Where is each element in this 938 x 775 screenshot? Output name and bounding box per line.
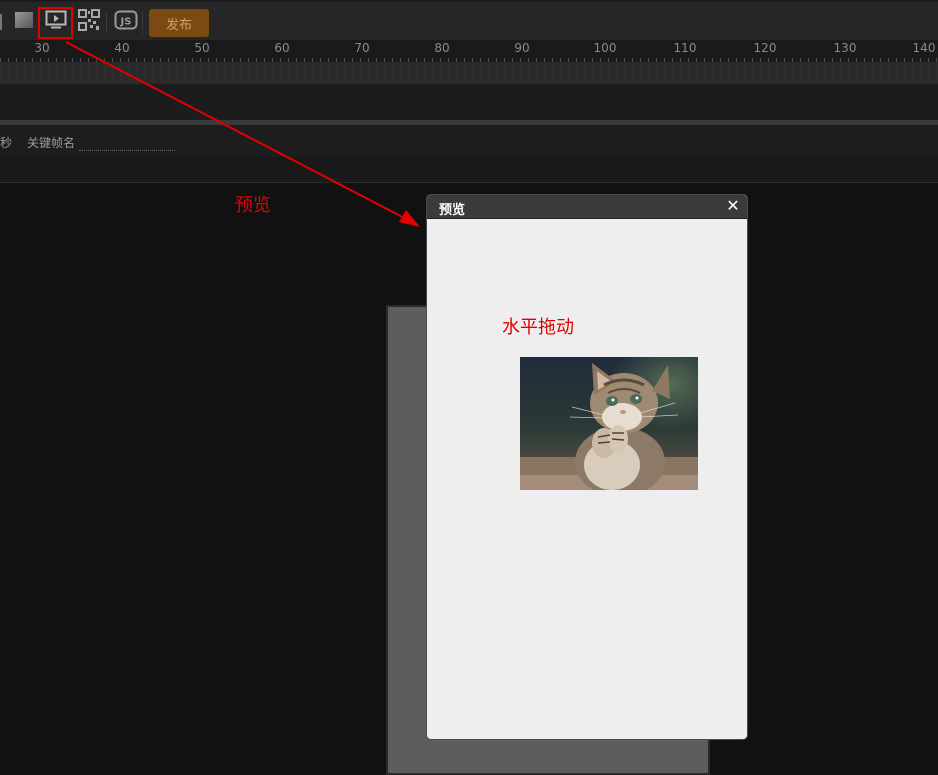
close-icon[interactable]: ✕ <box>724 197 742 215</box>
preview-titlebar[interactable]: 预览 ✕ <box>427 195 747 219</box>
preview-dialog: 预览 ✕ 水平拖动 <box>426 194 748 740</box>
preview-annotation-label: 预览 <box>235 195 271 216</box>
kitten-image[interactable] <box>520 357 698 490</box>
drag-annotation-label: 水平拖动 <box>502 317 574 338</box>
preview-title: 预览 <box>439 203 466 218</box>
